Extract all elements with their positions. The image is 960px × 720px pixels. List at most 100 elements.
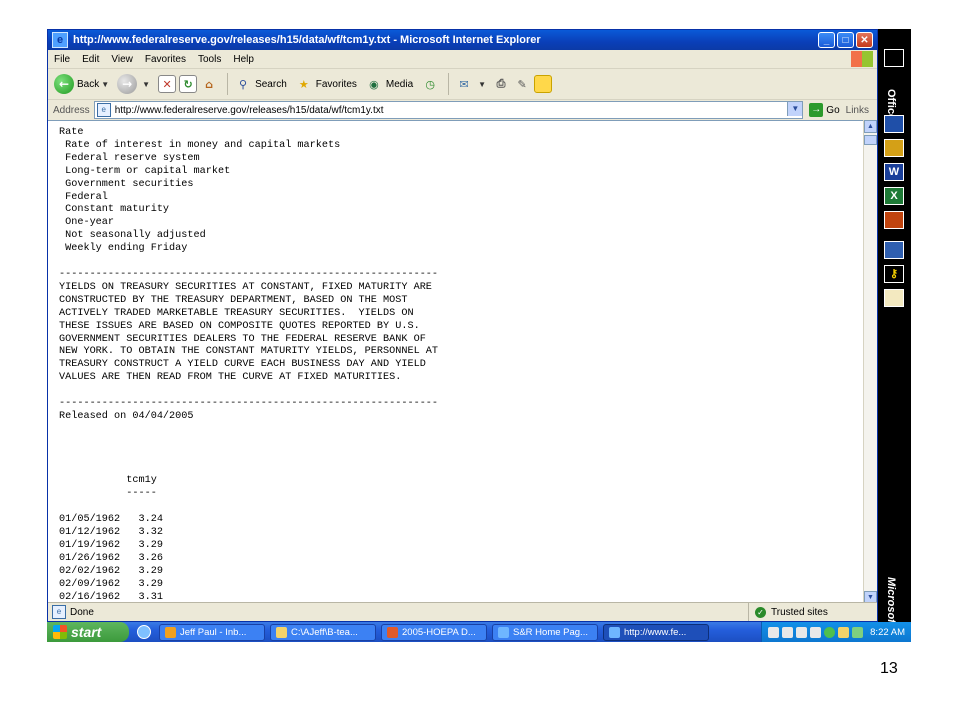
search-icon: ⚲ (239, 77, 248, 91)
pen-tray-icon[interactable] (768, 626, 780, 638)
window-title: http://www.federalreserve.gov/releases/h… (73, 34, 541, 46)
calendar-icon[interactable] (884, 115, 904, 133)
folder-icon[interactable] (884, 49, 904, 67)
menu-tools[interactable]: Tools (198, 54, 221, 65)
powerpoint-icon (387, 626, 398, 638)
windows-logo-icon (851, 51, 873, 67)
excel-icon[interactable]: X (884, 187, 904, 205)
taskbar-item-active[interactable]: http://www.fe... (603, 623, 709, 641)
messenger-icon[interactable] (534, 75, 553, 93)
search-label: Search (255, 78, 287, 90)
ie-quicklaunch-icon[interactable] (137, 625, 151, 639)
sync-tray-icon[interactable] (852, 626, 864, 638)
media-button[interactable]: ◉ Media (365, 75, 413, 93)
star-icon: ★ (298, 77, 309, 91)
vertical-scrollbar[interactable]: ▲ ▼ (863, 120, 877, 604)
maximize-button[interactable]: □ (837, 32, 854, 48)
go-button[interactable]: → Go (809, 103, 840, 117)
address-input[interactable]: e http://www.federalreserve.gov/releases… (93, 101, 804, 119)
menu-edit[interactable]: Edit (82, 54, 99, 65)
messenger-tray-icon[interactable] (824, 626, 836, 638)
scroll-up-icon[interactable]: ▲ (864, 120, 877, 133)
chevron-down-icon[interactable]: ▼ (101, 80, 109, 89)
taskbar-item-label: http://www.fe... (624, 626, 687, 638)
page-content: Rate Rate of interest in money and capit… (48, 120, 865, 605)
favorites-button[interactable]: ★ Favorites (295, 75, 357, 93)
refresh-icon[interactable]: ↻ (179, 75, 198, 93)
back-label: Back (77, 78, 100, 90)
map-icon[interactable] (884, 289, 904, 307)
security-zone[interactable]: ✓ Trusted sites (748, 603, 877, 621)
office-shortcut-bar: Office W X ⚷ Microsoft (878, 29, 911, 622)
address-label: Address (53, 104, 90, 116)
address-url[interactable]: http://www.federalreserve.gov/releases/h… (115, 105, 384, 116)
slide-number: 13 (880, 660, 898, 677)
taskbar-item[interactable]: C:\AJeff\B-tea... (270, 623, 376, 641)
windows-taskbar: start Jeff Paul - Inb... C:\AJeff\B-tea.… (47, 622, 911, 642)
taskbar-item[interactable]: Jeff Paul - Inb... (159, 623, 265, 641)
powerpoint-icon[interactable] (884, 211, 904, 229)
address-bar: Address e http://www.federalreserve.gov/… (48, 100, 877, 121)
folder-icon (276, 626, 287, 638)
mail-icon (165, 626, 176, 638)
back-arrow-icon: ← (54, 74, 74, 94)
favorites-label: Favorites (315, 78, 357, 90)
help-tray-icon[interactable] (810, 626, 822, 638)
ie-page-icon (609, 626, 620, 638)
history-icon[interactable]: ◷ (421, 75, 439, 93)
quick-launch (129, 625, 159, 639)
toolbar-divider (448, 73, 450, 95)
network-tray-icon[interactable] (782, 626, 794, 638)
menu-help[interactable]: Help (233, 54, 254, 65)
taskbar-item-label: S&R Home Pag... (513, 626, 588, 638)
chevron-down-icon[interactable]: ▼ (142, 80, 150, 89)
standard-toolbar: ← Back ▼ → ▼ ✕ ↻ ⌂ ⚲ Search ★ Favorites … (48, 69, 877, 100)
search-button[interactable]: ⚲ Search (234, 75, 287, 93)
taskbar-item[interactable]: 2005-HOEPA D... (381, 623, 487, 641)
back-button[interactable]: ← Back ▼ (54, 74, 109, 94)
chevron-down-icon[interactable]: ▼ (787, 102, 803, 116)
media-label: Media (385, 78, 414, 90)
status-bar: e Done ✓ Trusted sites (48, 602, 877, 621)
toolbar-divider (227, 73, 229, 95)
home-icon[interactable]: ⌂ (200, 75, 218, 93)
edit-tray-icon[interactable] (796, 626, 808, 638)
chevron-down-icon[interactable]: ▼ (478, 80, 486, 89)
start-label: start (71, 624, 102, 640)
word-icon[interactable]: W (884, 163, 904, 181)
ie-page-icon (498, 626, 509, 638)
page-icon: e (96, 103, 111, 117)
title-bar[interactable]: e http://www.federalreserve.gov/releases… (48, 30, 877, 50)
status-text: Done (70, 606, 94, 618)
taskbar-item-label: Jeff Paul - Inb... (180, 626, 247, 638)
page-done-icon: e (52, 605, 66, 619)
clock[interactable]: 8:22 AM (870, 627, 905, 638)
forward-arrow-icon: → (117, 74, 138, 94)
links-button[interactable]: Links (846, 105, 869, 116)
minimize-button[interactable]: _ (818, 32, 835, 48)
menu-bar: File Edit View Favorites Tools Help (48, 50, 877, 69)
media-icon: ◉ (369, 77, 379, 91)
access-icon[interactable] (884, 241, 904, 259)
print-icon[interactable]: ⎙ (492, 75, 510, 93)
forward-button[interactable]: → ▼ (117, 74, 150, 94)
close-button[interactable]: ✕ (856, 32, 873, 48)
scroll-thumb[interactable] (864, 135, 877, 145)
taskbar-item-label: 2005-HOEPA D... (402, 626, 476, 638)
document-text: Rate Rate of interest in money and capit… (59, 127, 439, 605)
menu-favorites[interactable]: Favorites (145, 54, 186, 65)
antivirus-tray-icon[interactable] (838, 626, 850, 638)
browser-window: e http://www.federalreserve.gov/releases… (47, 29, 878, 622)
key-icon[interactable]: ⚷ (884, 265, 904, 283)
taskbar-item[interactable]: S&R Home Pag... (492, 623, 598, 641)
menu-file[interactable]: File (54, 54, 70, 65)
go-label: Go (826, 104, 840, 116)
stop-icon[interactable]: ✕ (158, 75, 177, 93)
system-tray: 8:22 AM (761, 622, 911, 642)
start-button[interactable]: start (47, 622, 129, 642)
mail-icon[interactable]: ✉ (455, 75, 473, 93)
menu-view[interactable]: View (111, 54, 133, 65)
zone-label: Trusted sites (771, 606, 828, 618)
outlook-icon[interactable] (884, 139, 904, 157)
edit-icon[interactable]: ✎ (513, 75, 531, 93)
